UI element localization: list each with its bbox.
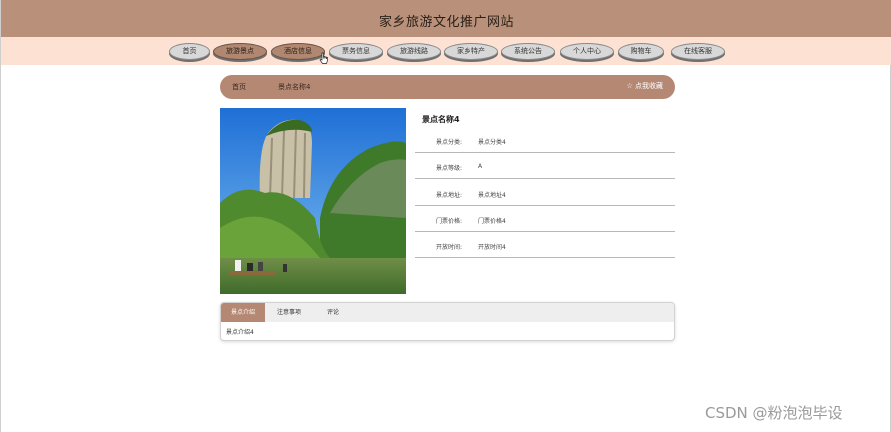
nav-item-cart[interactable]: 购物车: [618, 43, 664, 60]
attraction-title: 景点名称4: [422, 115, 460, 124]
attr-row-opening-hours: 开放时间: 开放时间4: [415, 232, 675, 258]
attr-value: A: [478, 163, 483, 170]
nav-item-personal-center[interactable]: 个人中心: [560, 43, 614, 60]
nav-item-routes[interactable]: 旅游线路: [387, 43, 441, 60]
site-header: 家乡旅游文化推广网站: [1, 0, 891, 37]
nav-item-tickets[interactable]: 票务信息: [329, 43, 383, 60]
breadcrumb-home-link[interactable]: 首页: [232, 82, 246, 92]
tab-comments[interactable]: 评论: [313, 303, 353, 322]
nav-item-hotels[interactable]: 酒店信息: [271, 43, 325, 60]
tab-content: 景点介绍4: [226, 329, 254, 336]
attr-label: 景点地址:: [435, 192, 462, 199]
attr-value: 景点分类4: [478, 139, 506, 146]
landscape-illustration: [220, 108, 406, 294]
attr-value: 景点地址4: [478, 192, 506, 199]
attr-row-ticket-price: 门票价格: 门票价格4: [415, 206, 675, 232]
nav-item-customer-service[interactable]: 在线客服: [671, 43, 725, 60]
nav-item-home[interactable]: 首页: [169, 43, 210, 60]
breadcrumb: 首页 景点名称4 ☆ 点我收藏: [220, 75, 675, 99]
attr-label: 景点等级:: [435, 165, 462, 172]
attr-value: 门票价格4: [478, 218, 506, 225]
nav-item-attractions[interactable]: 旅游景点: [213, 43, 267, 60]
attr-label: 门票价格:: [435, 218, 462, 225]
attr-row-level: 景点等级: A: [415, 153, 675, 179]
watermark: CSDN @粉泡泡毕设: [705, 404, 843, 422]
detail-tabs: 景点介绍 注意事项 评论 景点介绍4: [220, 302, 675, 341]
attr-row-address: 景点地址: 景点地址4: [415, 180, 675, 206]
main-nav: 首页 旅游景点 酒店信息 票务信息 旅游线路 家乡特产 系统公告 个人中心 购物…: [1, 37, 891, 65]
favorite-button[interactable]: ☆ 点我收藏: [626, 81, 663, 91]
attr-value: 开放时间4: [478, 244, 506, 251]
attraction-photo: [220, 108, 406, 294]
tabs-header: 景点介绍 注意事项 评论: [221, 303, 674, 322]
tab-notes[interactable]: 注意事项: [265, 303, 313, 322]
attr-label: 景点分类:: [435, 139, 462, 146]
attr-row-category: 景点分类: 景点分类4: [415, 127, 675, 153]
nav-item-specialties[interactable]: 家乡特产: [444, 43, 498, 60]
nav-item-announcements[interactable]: 系统公告: [501, 43, 555, 60]
tab-introduction[interactable]: 景点介绍: [221, 303, 265, 322]
mouse-cursor-icon: [319, 52, 328, 64]
page: 家乡旅游文化推广网站 首页 旅游景点 酒店信息 票务信息 旅游线路 家乡特产 系…: [0, 0, 891, 432]
site-title: 家乡旅游文化推广网站: [378, 15, 514, 30]
breadcrumb-current: 景点名称4: [278, 83, 311, 91]
attr-label: 开放时间:: [435, 244, 462, 251]
